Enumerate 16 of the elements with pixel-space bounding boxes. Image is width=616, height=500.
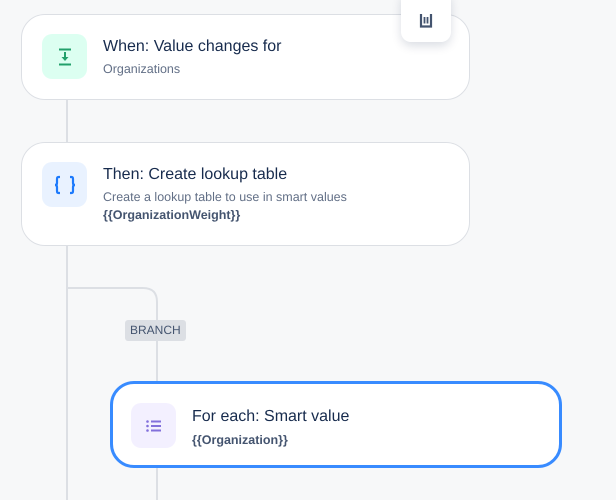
step-description: Create a lookup table to use in smart values (103, 189, 347, 206)
list-icon (146, 420, 162, 432)
step-title: When: Value changes for (103, 37, 282, 57)
delete-button[interactable] (401, 0, 451, 42)
branch-label: BRANCH (125, 320, 186, 341)
step-card[interactable]: Then: Create lookup table Create a lookup table to use in smart values {{OrganizationWeight}} (21, 142, 470, 246)
download-icon (56, 48, 72, 66)
smart-value: {{OrganizationWeight}} (103, 207, 242, 223)
step-title: For each: Smart value (192, 407, 350, 427)
step-description: Organizations (103, 61, 182, 78)
braces-icon (52, 174, 76, 194)
step-title: Then: Create lookup table (103, 165, 288, 185)
trash-icon (419, 14, 433, 28)
smart-value: {{Organization}} (192, 432, 289, 448)
step-card[interactable]: For each: Smart value {{Organization}} (110, 381, 562, 468)
step-card[interactable]: When: Value changes for Organizations (21, 14, 470, 100)
